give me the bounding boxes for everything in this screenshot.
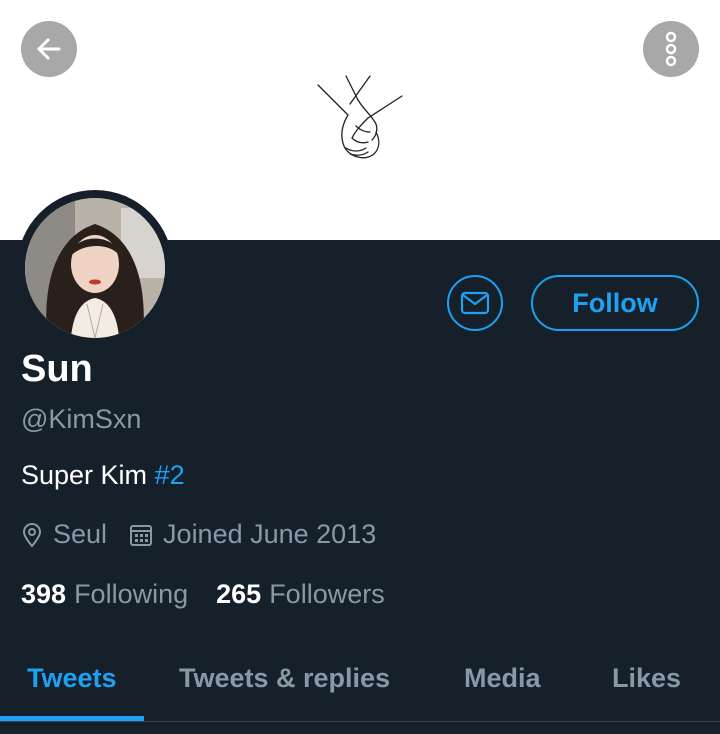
envelope-icon [460, 291, 490, 315]
following-count: 398 [21, 579, 67, 609]
tab-divider [0, 721, 720, 722]
follow-button[interactable]: Follow [531, 275, 699, 331]
tab-tweets-and-replies[interactable]: Tweets & replies [179, 663, 390, 694]
following-label: Following [74, 579, 189, 609]
bio-hashtag-link[interactable]: #2 [155, 460, 185, 490]
message-button[interactable] [447, 275, 503, 331]
more-options-button[interactable] [643, 21, 699, 77]
arrow-left-icon [37, 38, 61, 60]
profile-location: Seul [53, 519, 108, 549]
tab-tweets[interactable]: Tweets [27, 663, 117, 694]
profile-handle: @KimSxn [21, 404, 142, 434]
followers-link[interactable]: 265 Followers [216, 579, 385, 610]
profile-meta: Seul Joined June 2013 [21, 519, 376, 550]
followers-count: 265 [216, 579, 262, 609]
bio-text: Super Kim [21, 460, 155, 490]
avatar-image [25, 198, 165, 338]
profile-bio: Super Kim #2 [21, 460, 185, 491]
followers-label: Followers [269, 579, 385, 609]
tab-media[interactable]: Media [464, 663, 541, 694]
holding-hands-illustration [317, 75, 403, 159]
profile-name: Sun [21, 348, 93, 390]
profile-stats: 398 Following 265 Followers [21, 579, 385, 610]
vertical-dots-icon [665, 31, 677, 67]
back-button[interactable] [21, 21, 77, 77]
tab-likes[interactable]: Likes [612, 663, 681, 694]
avatar[interactable] [17, 190, 173, 346]
profile-joined-date: Joined June 2013 [163, 519, 377, 549]
calendar-icon [129, 523, 153, 547]
following-link[interactable]: 398 Following [21, 579, 188, 610]
location-pin-icon [21, 522, 43, 548]
